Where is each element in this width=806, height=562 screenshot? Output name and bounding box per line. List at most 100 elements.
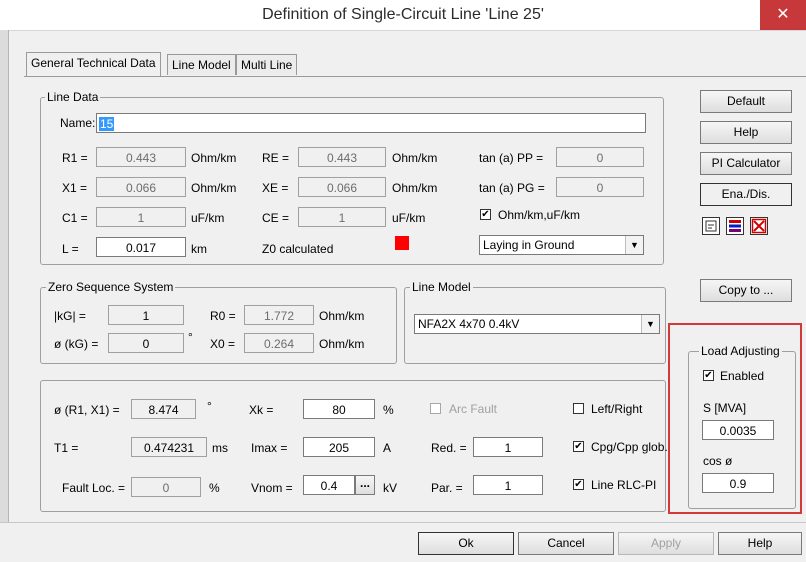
l-input[interactable]: 0.017 <box>96 237 186 257</box>
window-title: Definition of Single-Circuit Line 'Line … <box>262 6 544 23</box>
xk-unit: % <box>383 403 394 417</box>
vnom-input[interactable]: 0.4 <box>303 475 355 495</box>
fault-loc-label: Fault Loc. = <box>62 481 126 495</box>
c1-unit: uF/km <box>191 211 225 225</box>
tab-line-model[interactable]: Line Model <box>167 54 236 75</box>
ohm-units-checkbox[interactable]: ✔ <box>480 209 491 220</box>
x0-field[interactable]: 0.264 <box>244 333 314 353</box>
cpg-glob-checkbox[interactable]: ✔ <box>573 441 584 452</box>
copy-to-button[interactable]: Copy to ... <box>700 279 792 302</box>
vnom-label: Vnom = <box>251 481 293 495</box>
tab-multi-line[interactable]: Multi Line <box>236 54 298 75</box>
re-field[interactable]: 0.443 <box>298 147 386 167</box>
tanpg-field[interactable]: 0 <box>556 177 644 197</box>
tanpg-label: tan (a) PG = <box>479 181 545 195</box>
r1-label: R1 = <box>62 151 88 165</box>
x1-field[interactable]: 0.066 <box>96 177 186 197</box>
xe-label: XE = <box>262 181 289 195</box>
kg-field[interactable]: 1 <box>108 305 184 325</box>
phikg-label: ø (kG) = <box>54 337 99 351</box>
laying-select[interactable]: Laying in Ground ▼ <box>479 235 644 255</box>
left-right-checkbox[interactable] <box>573 403 584 414</box>
arc-fault-label: Arc Fault <box>449 402 498 416</box>
name-label: Name: <box>60 116 96 130</box>
x0-label: X0 = <box>210 337 236 351</box>
re-unit: Ohm/km <box>392 151 438 165</box>
re-label: RE = <box>262 151 290 165</box>
arc-fault-checkbox[interactable] <box>430 403 441 414</box>
color-bars-icon[interactable] <box>726 217 744 235</box>
l-unit: km <box>191 242 207 256</box>
c1-field[interactable]: 1 <box>96 207 186 227</box>
chevron-down-icon[interactable]: ▼ <box>625 236 643 254</box>
default-button[interactable]: Default <box>700 90 792 113</box>
red-input[interactable]: 1 <box>473 437 543 457</box>
z0-status-indicator <box>395 236 409 250</box>
help-side-button[interactable]: Help <box>700 121 792 144</box>
zero-sequence-title: Zero Sequence System <box>46 280 176 294</box>
line-model-select[interactable]: NFA2X 4x70 0.4kV ▼ <box>414 314 660 334</box>
line-rlc-pi-label: Line RLC-PI <box>591 478 657 492</box>
line-rlc-pi-checkbox[interactable]: ✔ <box>573 479 584 490</box>
left-right-label: Left/Right <box>591 402 643 416</box>
t1-label: T1 = <box>54 441 79 455</box>
xe-field[interactable]: 0.066 <box>298 177 386 197</box>
window-left-edge <box>0 30 9 561</box>
line-model-title: Line Model <box>410 280 473 294</box>
list-view-icon[interactable] <box>702 217 720 235</box>
xe-unit: Ohm/km <box>392 181 438 195</box>
x0-unit: Ohm/km <box>319 337 365 351</box>
r1-unit: Ohm/km <box>191 151 237 165</box>
imax-input[interactable]: 205 <box>303 437 375 457</box>
cpg-glob-label: Cpg/Cpp glob. <box>591 440 668 454</box>
delete-cross-icon[interactable] <box>750 217 768 235</box>
r0-field[interactable]: 1.772 <box>244 305 314 325</box>
tab-general-technical-data[interactable]: General Technical Data <box>26 52 161 76</box>
enable-disable-button[interactable]: Ena./Dis. <box>700 183 792 206</box>
color-bars-icon-glyph <box>729 220 741 232</box>
ce-field[interactable]: 1 <box>298 207 386 227</box>
delete-cross-icon-glyph <box>751 218 767 234</box>
pi-calculator-button[interactable]: PI Calculator <box>700 152 792 175</box>
fault-loc-field[interactable]: 0 <box>131 477 201 497</box>
ok-button[interactable]: Ok <box>418 532 514 555</box>
r1-field[interactable]: 0.443 <box>96 147 186 167</box>
x1-unit: Ohm/km <box>191 181 237 195</box>
phi-r1x1-field[interactable]: 8.474 <box>131 399 196 419</box>
chevron-down-icon[interactable]: ▼ <box>641 315 659 333</box>
tanpp-label: tan (a) PP = <box>479 151 544 165</box>
x1-label: X1 = <box>62 181 88 195</box>
c1-label: C1 = <box>62 211 88 225</box>
r0-label: R0 = <box>210 309 236 323</box>
imax-unit: A <box>383 441 392 455</box>
t1-unit: ms <box>212 441 228 455</box>
list-view-icon-glyph <box>705 220 717 232</box>
par-input[interactable]: 1 <box>473 475 543 495</box>
red-label: Red. = <box>431 441 467 455</box>
phikg-field[interactable]: 0 <box>108 333 184 353</box>
close-button[interactable]: ✕ <box>760 0 806 30</box>
r0-unit: Ohm/km <box>319 309 365 323</box>
phikg-unit: ° <box>188 330 193 344</box>
l-label: L = <box>62 242 79 256</box>
apply-button[interactable]: Apply <box>618 532 714 555</box>
vnom-browse-button[interactable]: ... <box>355 475 375 495</box>
zero-sequence-group <box>40 287 397 364</box>
cancel-button[interactable]: Cancel <box>518 532 614 555</box>
vnom-unit: kV <box>383 481 398 495</box>
xk-input[interactable]: 80 <box>303 399 375 419</box>
help-button[interactable]: Help <box>718 532 802 555</box>
laying-select-value: Laying in Ground <box>483 238 575 252</box>
par-label: Par. = <box>431 481 463 495</box>
imax-label: Imax = <box>251 441 288 455</box>
xk-label: Xk = <box>249 403 274 417</box>
name-input[interactable]: 15 <box>96 113 646 133</box>
tanpp-field[interactable]: 0 <box>556 147 644 167</box>
name-input-value: 15 <box>99 117 115 131</box>
t1-field[interactable]: 0.474231 <box>131 437 207 457</box>
ce-label: CE = <box>262 211 290 225</box>
line-data-title: Line Data <box>45 90 101 104</box>
ohm-units-label: Ohm/km,uF/km <box>498 208 581 222</box>
phi-r1x1-unit: ° <box>207 399 212 413</box>
load-adjusting-highlight <box>668 323 802 514</box>
